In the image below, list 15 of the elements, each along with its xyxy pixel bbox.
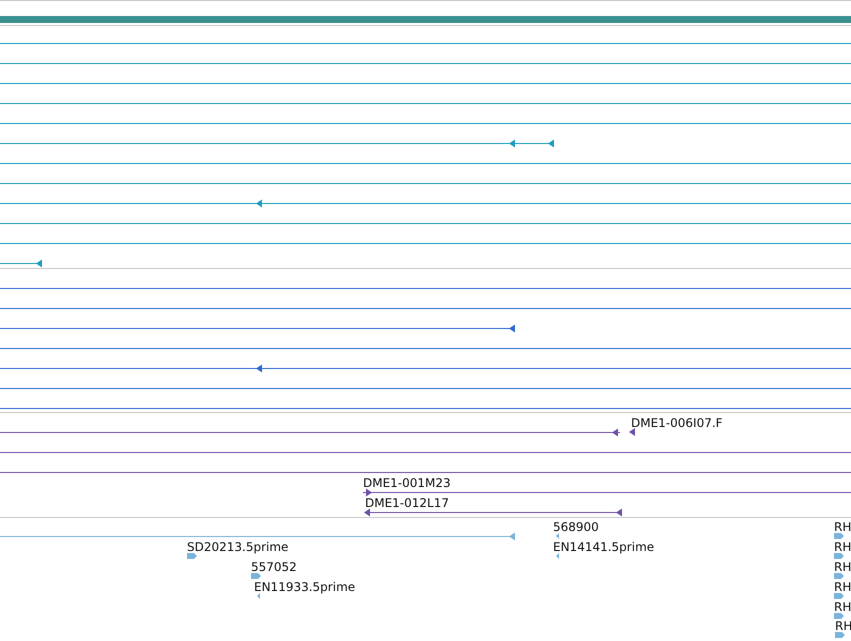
feature-label: RH (835, 619, 851, 633)
feature-label: EN14141.5prime (553, 540, 654, 554)
feature-label: RH (834, 560, 851, 574)
feature-label: 568900 (553, 520, 599, 534)
feature-label: EN11933.5prime (254, 580, 356, 594)
feature-label: 557052 (251, 560, 297, 574)
feature-label: SD20213.5prime (187, 540, 288, 554)
feature-line (0, 260, 42, 268)
feature-label: DME1-001M23 (363, 476, 451, 490)
feature-label: RH (834, 520, 851, 534)
feature-label: RH (834, 600, 851, 614)
feature-label: RH (834, 540, 851, 554)
feature-label: RH (834, 580, 851, 594)
feature-label: DME1-006I07.F (631, 416, 723, 430)
feature-label: DME1-012L17 (365, 496, 449, 510)
